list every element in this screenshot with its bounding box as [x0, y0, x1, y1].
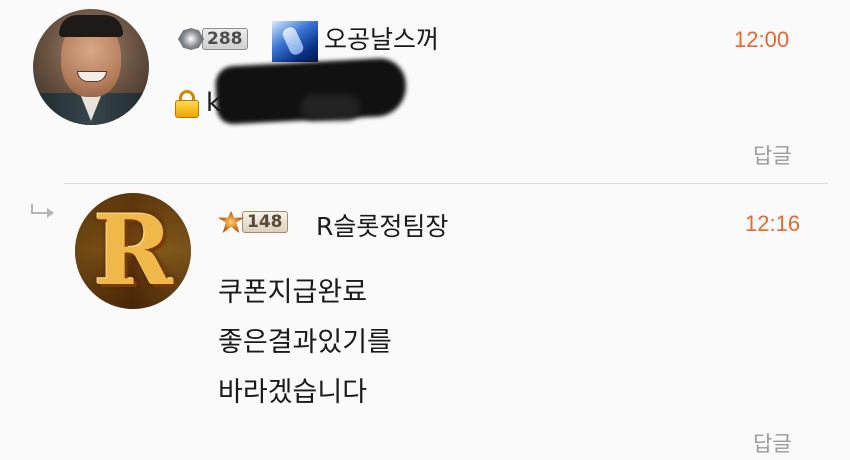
- level-emblem-icon: [218, 211, 244, 233]
- avatar[interactable]: [33, 9, 149, 125]
- level-badge: 288: [178, 27, 248, 51]
- avatar[interactable]: R: [75, 193, 191, 309]
- reply-button[interactable]: 답글: [753, 140, 792, 170]
- level-badge: 148: [218, 210, 288, 234]
- comment-list: 288 오공날스꺼 12:00 k 답글 R 148 R슬롯정팀장 12:16 …: [0, 0, 850, 460]
- comment-body-line: 쿠폰지급완료: [218, 277, 368, 308]
- lock-icon: [174, 90, 199, 118]
- level-number: 148: [242, 211, 288, 233]
- comment-body: 쿠폰지급완료 좋은결과있기를 바라겠습니다: [218, 268, 392, 418]
- reply-button[interactable]: 답글: [753, 428, 792, 458]
- comment-time: 12:00: [734, 27, 790, 52]
- comment-time: 12:16: [745, 211, 801, 236]
- nickname[interactable]: 오공날스꺼: [324, 20, 439, 56]
- divider: [64, 183, 828, 184]
- comment-body-line: 바라겠습니다: [218, 377, 368, 408]
- guild-icon: [272, 21, 318, 62]
- level-number: 288: [202, 28, 248, 50]
- comment-body-line: 좋은결과있기를: [218, 327, 392, 358]
- avatar-hair: [59, 15, 123, 37]
- level-emblem-icon: [178, 28, 204, 50]
- redaction-mark: [300, 94, 360, 120]
- avatar-letter: R: [93, 194, 173, 307]
- reply-arrow-icon: [31, 204, 55, 218]
- nickname[interactable]: R슬롯정팀장: [316, 207, 448, 243]
